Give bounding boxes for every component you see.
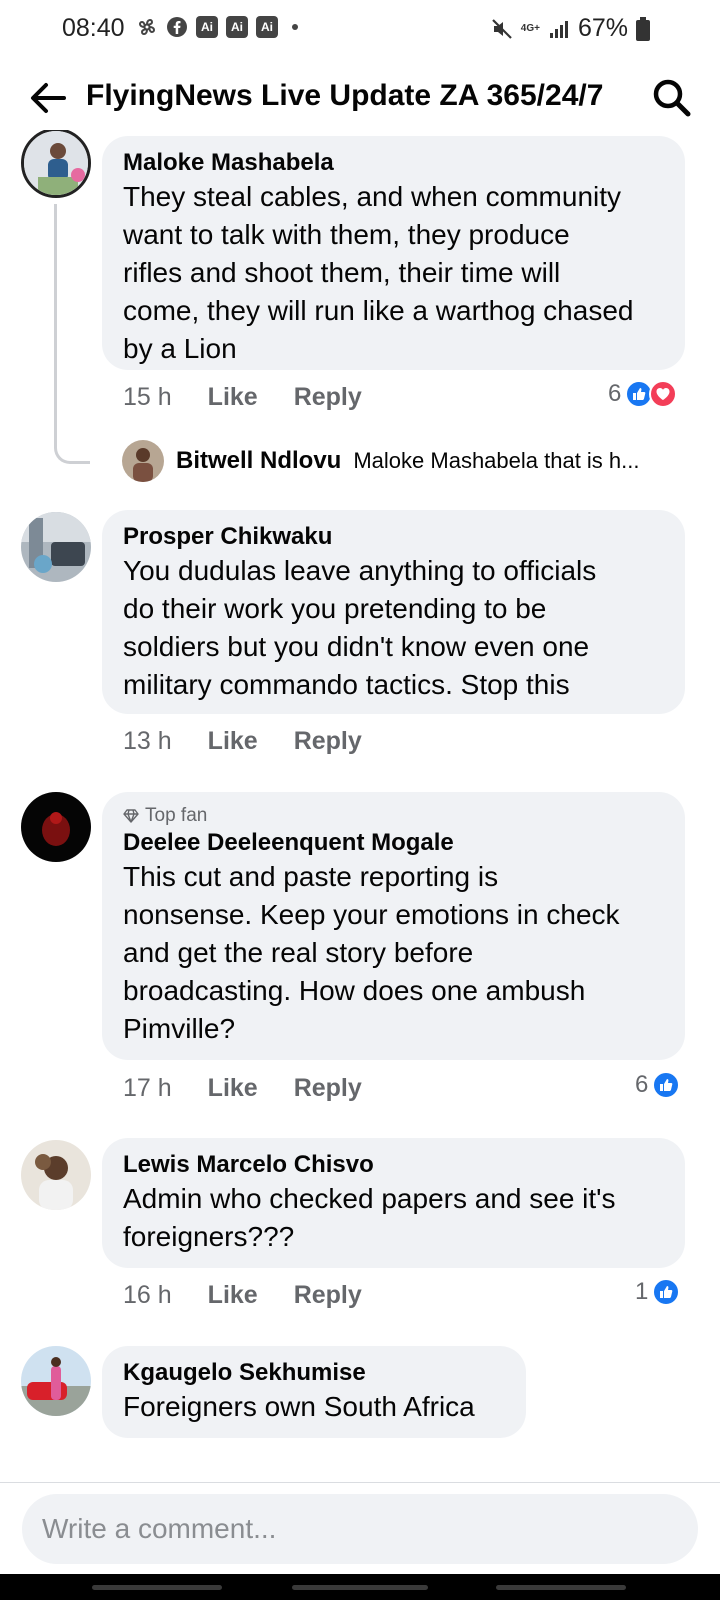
- like-button[interactable]: Like: [208, 1074, 258, 1103]
- status-right: 4G+ 67%: [491, 14, 650, 43]
- comment-line: Pimville?: [123, 1013, 236, 1044]
- comment-text: You dudulas leave anything to officials …: [123, 552, 665, 704]
- avatar[interactable]: [21, 130, 91, 198]
- reactions-summary[interactable]: 6: [635, 1071, 681, 1099]
- battery-percent: 67%: [577, 14, 628, 42]
- comment-actions: 13 h Like Reply: [123, 727, 362, 756]
- system-nav-bar: [0, 1574, 720, 1600]
- comment-actions: 16 h Like Reply: [123, 1281, 362, 1310]
- comment-line: foreigners???: [123, 1221, 295, 1252]
- comment-line: soldiers but you didn't know even one: [123, 631, 590, 662]
- comment-actions: 17 h Like Reply: [123, 1074, 362, 1103]
- top-fan-badge: Top fan: [123, 804, 665, 828]
- comment-line: Foreigners own South Africa: [123, 1391, 475, 1422]
- battery-icon: [636, 16, 650, 41]
- pinwheel-icon: [136, 16, 158, 38]
- ai-badge-icon: Ai: [256, 16, 278, 38]
- comment-line: and get the real story before: [123, 937, 474, 968]
- comment-line: They steal cables, and when community: [123, 181, 622, 212]
- avatar[interactable]: [21, 1346, 91, 1416]
- reply-button[interactable]: Reply: [294, 383, 362, 412]
- app-header: FlyingNews Live Update ZA 365/24/7: [0, 64, 720, 130]
- reaction-count: 6: [608, 380, 622, 407]
- recent-apps-button[interactable]: [92, 1585, 222, 1590]
- love-reaction-icon: [649, 380, 678, 408]
- comment-input[interactable]: [42, 1494, 662, 1564]
- network-type: 4G+: [520, 22, 540, 34]
- reaction-count: 1: [635, 1278, 649, 1305]
- comment-time: 15 h: [123, 383, 172, 411]
- comment-line: rifles and shoot them, their time will: [123, 257, 561, 288]
- comment-line: do their work you pretending to be: [123, 593, 547, 624]
- composer-divider: [0, 1482, 720, 1483]
- like-reaction-icon: [652, 1071, 681, 1099]
- comment-text: They steal cables, and when community wa…: [123, 178, 665, 368]
- signal-icon: [548, 18, 570, 40]
- reply-author[interactable]: Bitwell Ndlovu: [176, 447, 341, 475]
- avatar[interactable]: [21, 1140, 91, 1210]
- back-button[interactable]: [26, 76, 70, 120]
- reactions-summary[interactable]: 6: [608, 380, 678, 408]
- comment-line: nonsense. Keep your emotions in check: [123, 899, 620, 930]
- comment-line: by a Lion: [123, 333, 237, 364]
- comment-line: come, they will run like a warthog chase…: [123, 295, 634, 326]
- reply-button[interactable]: Reply: [294, 1074, 362, 1103]
- ai-badge-icon: Ai: [226, 16, 248, 38]
- reaction-count: 6: [635, 1071, 649, 1098]
- comment-time: 17 h: [123, 1074, 172, 1102]
- reply-text: Maloke Mashabela that is h...: [353, 448, 640, 473]
- avatar[interactable]: [122, 440, 164, 482]
- comment-bubble[interactable]: Kgaugelo Sekhumise Foreigners own South …: [102, 1346, 526, 1438]
- comment-line: Admin who checked papers and see it's: [123, 1183, 616, 1214]
- comment-line: This cut and paste reporting is: [123, 861, 499, 892]
- facebook-icon: [166, 16, 188, 38]
- status-bar: 08:40 Ai Ai Ai 4G+ 67%: [0, 0, 720, 56]
- comment-author[interactable]: Maloke Mashabela: [123, 148, 665, 178]
- comment-author[interactable]: Kgaugelo Sekhumise: [123, 1358, 506, 1388]
- comment-bubble[interactable]: Lewis Marcelo Chisvo Admin who checked p…: [102, 1138, 685, 1268]
- comment-line: broadcasting. How does one ambush: [123, 975, 586, 1006]
- comment-bubble[interactable]: Top fan Deelee Deeleenquent Mogale This …: [102, 792, 685, 1060]
- ai-badge-icon: Ai: [196, 16, 218, 38]
- page-title: FlyingNews Live Update ZA 365/24/7: [86, 79, 604, 112]
- like-button[interactable]: Like: [208, 1281, 258, 1310]
- mute-icon: [491, 18, 513, 40]
- avatar[interactable]: [21, 512, 91, 582]
- reply-thread-line: [54, 204, 90, 464]
- like-reaction-icon: [652, 1278, 681, 1306]
- diamond-icon: [123, 809, 139, 823]
- comment-line: want to talk with them, they produce: [123, 219, 570, 250]
- comment-bubble[interactable]: Maloke Mashabela They steal cables, and …: [102, 136, 685, 370]
- comment-author[interactable]: Deelee Deeleenquent Mogale: [123, 828, 665, 858]
- notification-icons: Ai Ai Ai: [136, 16, 298, 38]
- more-notifications-dot: [292, 24, 298, 30]
- top-fan-label: Top fan: [145, 805, 208, 826]
- like-button[interactable]: Like: [208, 383, 258, 412]
- avatar[interactable]: [21, 792, 91, 862]
- comment-composer[interactable]: [22, 1494, 698, 1564]
- like-button[interactable]: Like: [208, 727, 258, 756]
- back-arrow-icon: [31, 83, 66, 113]
- comment-time: 13 h: [123, 727, 172, 755]
- search-button[interactable]: [650, 76, 694, 120]
- comment-line: military commando tactics. Stop this: [123, 669, 570, 700]
- comment-text: Admin who checked papers and see it's fo…: [123, 1180, 665, 1256]
- home-button[interactable]: [292, 1585, 428, 1590]
- status-time: 08:40: [62, 14, 125, 42]
- comment-text: This cut and paste reporting is nonsense…: [123, 858, 665, 1048]
- comments-list: Maloke Mashabela They steal cables, and …: [0, 130, 720, 1478]
- reply-preview[interactable]: Bitwell Ndlovu Maloke Mashabela that is …: [122, 440, 640, 482]
- comment-line: You dudulas leave anything to officials: [123, 555, 597, 586]
- comment-author[interactable]: Lewis Marcelo Chisvo: [123, 1150, 665, 1180]
- comment-bubble[interactable]: Prosper Chikwaku You dudulas leave anyth…: [102, 510, 685, 714]
- comment-actions: 15 h Like Reply: [123, 383, 362, 412]
- reply-button[interactable]: Reply: [294, 1281, 362, 1310]
- comment-author[interactable]: Prosper Chikwaku: [123, 522, 665, 552]
- search-icon: [653, 79, 691, 117]
- comment-text: Foreigners own South Africa: [123, 1388, 506, 1426]
- reactions-summary[interactable]: 1: [635, 1278, 681, 1306]
- reply-button[interactable]: Reply: [294, 727, 362, 756]
- comment-time: 16 h: [123, 1281, 172, 1309]
- system-back-button[interactable]: [496, 1585, 626, 1590]
